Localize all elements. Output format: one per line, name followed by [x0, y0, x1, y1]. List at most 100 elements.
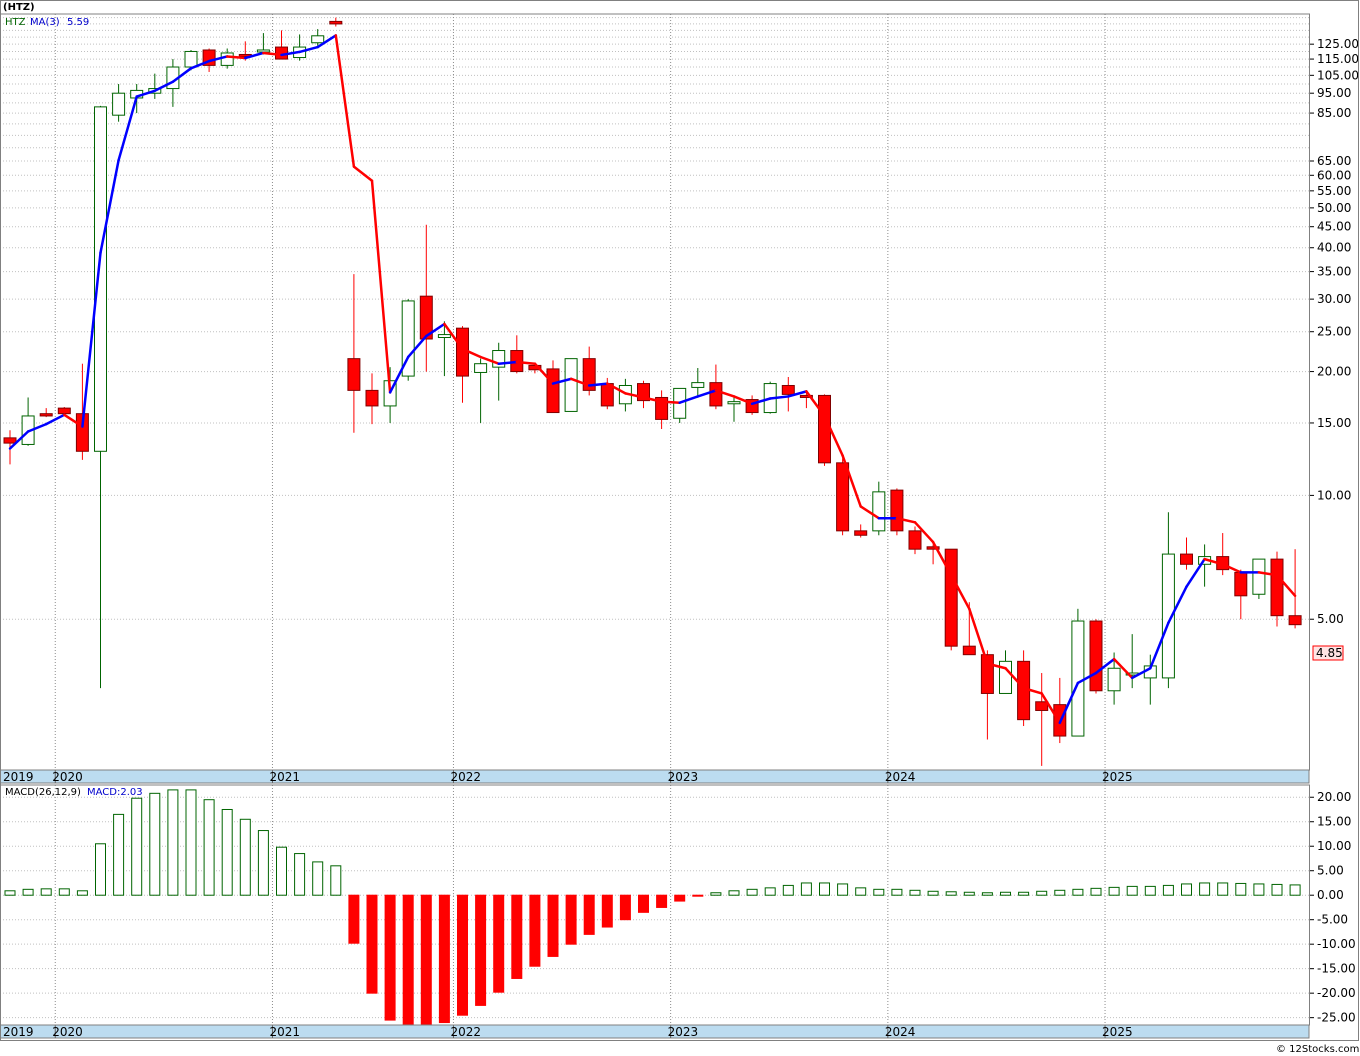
macd-bar — [58, 888, 70, 896]
macd-bar — [855, 887, 867, 896]
macd-bar — [728, 890, 740, 896]
candle-body — [564, 358, 578, 412]
ma-segment — [370, 179, 392, 394]
macd-bar — [656, 894, 668, 908]
macd-bar — [819, 882, 830, 896]
candle-body — [1107, 667, 1121, 692]
macd-bar — [294, 853, 306, 896]
candle-body — [347, 358, 361, 391]
price-grid — [0, 14, 1309, 770]
macd-tick-label: -10.00 — [1317, 937, 1356, 951]
macd-tick-label: -5.00 — [1317, 913, 1348, 927]
price-tick-label: 10.00 — [1317, 488, 1351, 502]
macd-bar — [113, 813, 125, 896]
macd-value: MACD:2.03 — [87, 787, 143, 798]
macd-bar — [1289, 884, 1301, 896]
candle-body — [256, 49, 270, 53]
candlestick-series — [3, 17, 1302, 766]
year-label: 2020 — [52, 1025, 83, 1039]
candle-body — [112, 92, 126, 116]
macd-bar — [692, 894, 704, 897]
candle-body — [1288, 615, 1302, 626]
candle-body — [94, 106, 107, 452]
ma-segment — [225, 55, 247, 60]
price-tick-label: 40.00 — [1317, 241, 1351, 255]
price-tick-label: 115.00 — [1317, 52, 1359, 66]
macd-bar — [909, 889, 921, 896]
macd-bar — [710, 892, 722, 896]
ticker-label: HTZ — [5, 17, 26, 28]
macd-tick-label: 15.00 — [1317, 815, 1351, 829]
macd-bar — [475, 894, 487, 1006]
macd-histogram — [4, 789, 1301, 1026]
macd-bar — [601, 894, 613, 928]
macd-bar — [1144, 885, 1156, 896]
candle-body — [1252, 558, 1266, 595]
macd-bar — [1181, 883, 1192, 896]
watermark: © 12Stocks.com — [1276, 1044, 1359, 1055]
candle-body — [872, 491, 886, 532]
macd-tick-label: 5.00 — [1317, 864, 1344, 878]
price-axis: 5.00 10.00 15.00 20.00 25.00 30.00 35.00 40.00 4… — [1309, 37, 1359, 626]
candle-body — [709, 382, 723, 407]
candle-body — [546, 368, 560, 414]
macd-bar — [1217, 882, 1229, 896]
candle-body — [944, 548, 958, 647]
macd-bar — [384, 894, 396, 1021]
year-label: 2021 — [269, 1025, 300, 1039]
macd-bar — [583, 894, 595, 935]
candle-body — [184, 50, 198, 68]
price-tick-label: 85.00 — [1317, 106, 1351, 120]
macd-bar — [1054, 889, 1066, 896]
macd-bar — [4, 890, 16, 896]
moving-average-line — [8, 34, 1297, 725]
candle-body — [1270, 558, 1284, 617]
macd-tick-label: 10.00 — [1317, 839, 1351, 853]
candle-body — [311, 35, 325, 44]
ma-segment — [515, 360, 537, 365]
macd-bar — [1253, 883, 1265, 896]
year-label: 2025 — [1102, 1025, 1133, 1039]
macd-bar — [203, 799, 215, 896]
year-label: 2019 — [3, 1025, 34, 1039]
candle-body — [1180, 553, 1193, 565]
macd-bar — [981, 892, 993, 896]
macd-bar — [457, 894, 468, 1016]
macd-bar — [40, 888, 52, 896]
year-label: 2022 — [450, 770, 481, 784]
year-label: 2020 — [52, 770, 83, 784]
ma-segment — [660, 400, 681, 404]
candle-body — [365, 389, 379, 407]
year-label: 2023 — [668, 1025, 699, 1039]
macd-bar — [131, 797, 143, 896]
macd-bar — [891, 888, 903, 896]
macd-bar — [95, 843, 106, 896]
last-price-label: 4.85 — [1316, 646, 1343, 660]
price-tick-label: 35.00 — [1317, 265, 1351, 279]
macd-bar — [511, 894, 523, 979]
chart-title: (HTZ) — [3, 2, 35, 13]
candle-body — [727, 401, 741, 405]
year-label: 2019 — [3, 770, 34, 784]
candle-body — [474, 363, 488, 373]
candle-body — [854, 530, 868, 536]
candle-body — [1071, 620, 1085, 737]
macd-tick-label: -15.00 — [1317, 962, 1356, 976]
candle-body — [781, 384, 795, 395]
macd-bar — [1072, 888, 1084, 896]
candle-body — [57, 407, 71, 415]
candle-body — [3, 437, 17, 444]
macd-bar — [674, 894, 686, 902]
candle-body — [908, 530, 922, 550]
price-tick-label: 15.00 — [1317, 416, 1351, 430]
macd-bar — [1018, 891, 1030, 896]
candle-body — [220, 52, 234, 66]
macd-bar — [366, 894, 378, 994]
candle-body — [890, 489, 904, 532]
macd-bar — [1126, 885, 1138, 896]
ma-segment — [968, 607, 989, 665]
price-tick-label: 30.00 — [1317, 292, 1351, 306]
year-label: 2023 — [668, 770, 699, 784]
price-panel-frame — [0, 13, 1310, 771]
macd-bar — [873, 888, 885, 896]
